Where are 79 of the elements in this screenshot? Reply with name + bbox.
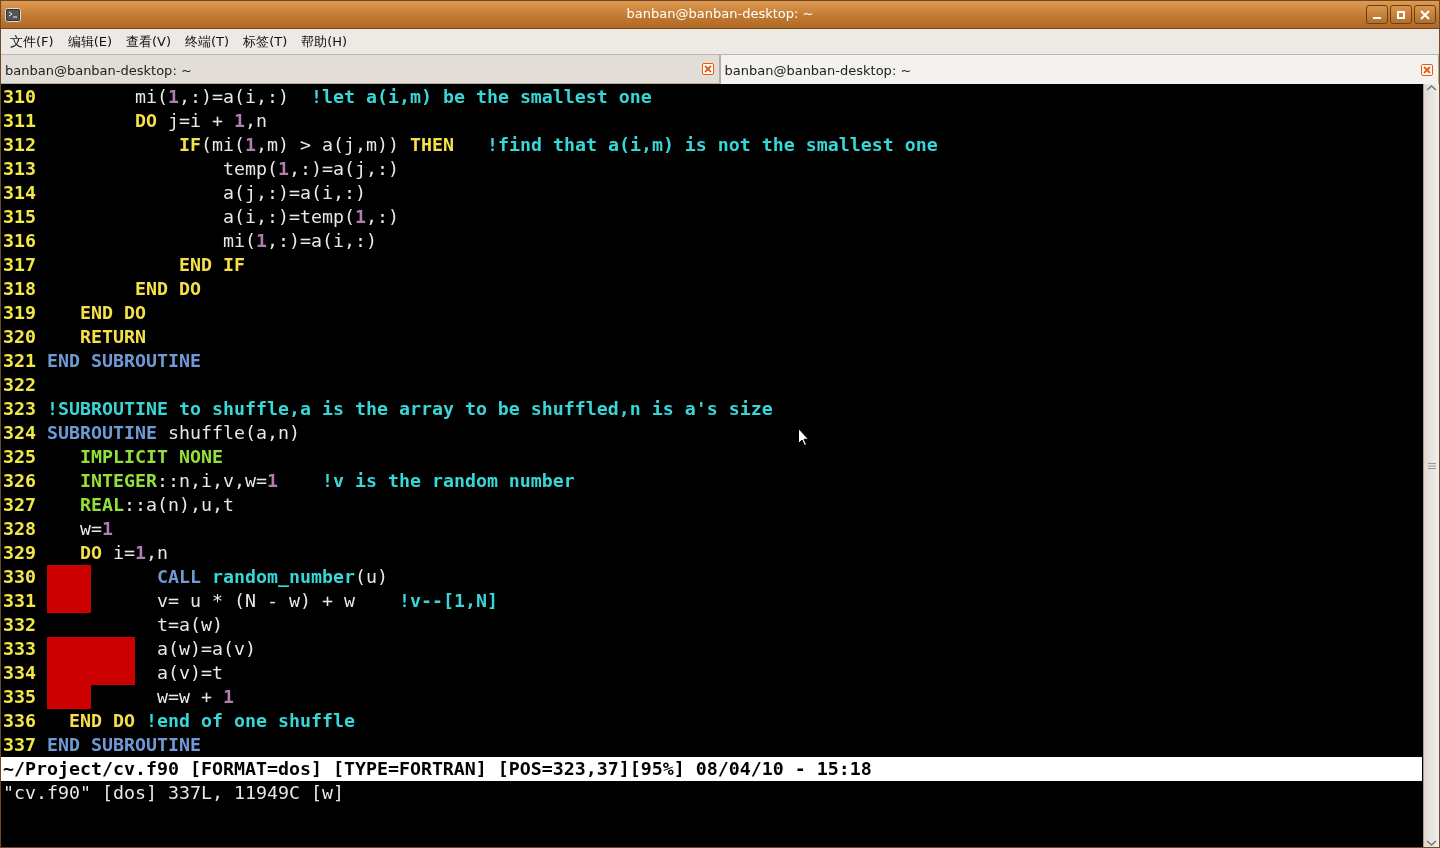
code-line: END DO	[79, 301, 146, 325]
code-line: w=1	[79, 517, 113, 541]
close-icon[interactable]	[701, 63, 714, 75]
code-line: IF(mi(1,m) > a(j,m)) THEN !find that a(i,m) is not the smallest one	[177, 133, 938, 157]
window-title: banban@banban-desktop: ~	[626, 6, 814, 21]
menu-item[interactable]: 标签(T)	[237, 30, 294, 53]
maximize-icon	[1396, 9, 1406, 20]
line-number: 312	[3, 133, 37, 157]
line-number: 335	[3, 685, 37, 709]
line-number: 311	[3, 109, 37, 133]
code-line: INTEGER::n,i,v,w=1 !v is the random number	[79, 469, 575, 493]
line-number: 327	[3, 493, 37, 517]
code-line: t=a(w)	[155, 613, 223, 637]
line-number: 317	[3, 253, 37, 277]
line-number: 315	[3, 205, 37, 229]
code-line: END DO !end of one shuffle	[68, 709, 355, 733]
code-line: v= u * (N - w) + w !v--[1,N]	[47, 589, 498, 613]
line-number: 334	[3, 661, 37, 685]
grip-icon	[1427, 461, 1436, 470]
code-line: IMPLICIT NONE	[79, 445, 223, 469]
code-line: a(w)=a(v)	[47, 637, 256, 661]
code-line: a(i,:)=temp(1,:)	[221, 205, 399, 229]
maximize-button[interactable]	[1390, 5, 1412, 24]
line-number: 324	[3, 421, 37, 445]
code-line: END DO	[133, 277, 201, 301]
line-number: 326	[3, 469, 37, 493]
line-number: 328	[3, 517, 37, 541]
line-number: 322	[3, 373, 37, 397]
line-number: 310	[3, 85, 37, 109]
close-icon[interactable]	[1421, 63, 1433, 76]
close-icon	[1420, 9, 1430, 20]
mouse-pointer-icon	[798, 428, 809, 446]
minimize-button[interactable]	[1366, 5, 1388, 24]
scroll-down-icon[interactable]	[1426, 839, 1437, 847]
line-number: 323	[3, 397, 37, 421]
minimize-icon	[1373, 16, 1381, 19]
terminal-icon	[5, 7, 21, 22]
code-line: CALL random_number(u)	[47, 565, 388, 589]
menu-item[interactable]: 终端(T)	[179, 30, 236, 53]
line-number: 321	[3, 349, 37, 373]
line-number: 314	[3, 181, 37, 205]
code-line: DO i=1,n	[79, 541, 168, 565]
scrollbar[interactable]	[1423, 84, 1439, 847]
line-number: 337	[3, 733, 37, 757]
terminal-tab[interactable]: banban@banban-desktop: ~	[719, 55, 1439, 84]
code-line: END IF	[177, 253, 245, 277]
code-line: a(j,:)=a(i,:)	[221, 181, 366, 205]
code-line: a(v)=t	[47, 661, 223, 685]
code-line: RETURN	[79, 325, 146, 349]
menu-item[interactable]: 编辑(E)	[61, 30, 118, 53]
code-line: !SUBROUTINE to shuffle,a is the array to be shuffled,n is a's size	[47, 397, 773, 421]
terminal-tab[interactable]: banban@banban-desktop: ~	[1, 55, 720, 84]
line-number: 330	[3, 565, 37, 589]
menu-item[interactable]: 文件(F)	[4, 30, 60, 53]
scroll-up-icon[interactable]	[1426, 84, 1437, 92]
message-line: "cv.f90" [dos] 337L, 11949C [w]	[3, 781, 345, 805]
line-number: 329	[3, 541, 37, 565]
menu-item[interactable]: 查看(V)	[120, 30, 178, 53]
line-number: 331	[3, 589, 37, 613]
code-line: temp(1,:)=a(j,:)	[221, 157, 399, 181]
line-number: 316	[3, 229, 37, 253]
line-number: 332	[3, 613, 37, 637]
menu-item[interactable]: 帮助(H)	[295, 30, 354, 53]
line-number: 320	[3, 325, 37, 349]
code-line: mi(1,:)=a(i,:) !let a(i,m) be the smallest one	[133, 85, 652, 109]
code-line: END SUBROUTINE	[47, 349, 201, 373]
code-line: w=w + 1	[47, 685, 234, 709]
line-number: 336	[3, 709, 37, 733]
close-button[interactable]	[1414, 5, 1436, 24]
code-line: SUBROUTINE shuffle(a,n)	[47, 421, 300, 445]
code-line: DO j=i + 1,n	[133, 109, 267, 133]
line-number: 318	[3, 277, 37, 301]
line-number: 333	[3, 637, 37, 661]
code-line: END SUBROUTINE	[47, 733, 201, 757]
code-line: REAL::a(n),u,t	[79, 493, 234, 517]
line-number: 319	[3, 301, 37, 325]
line-number: 313	[3, 157, 37, 181]
line-number: 325	[3, 445, 37, 469]
code-line: mi(1,:)=a(i,:)	[221, 229, 377, 253]
